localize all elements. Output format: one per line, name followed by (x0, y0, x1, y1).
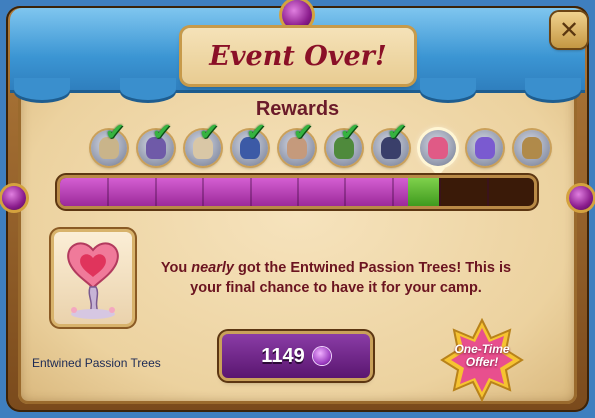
reward-icon[interactable]: ✔ (185, 118, 221, 166)
reward-icon[interactable]: ✔ (138, 118, 174, 166)
reward-icon[interactable]: ✔ (373, 118, 409, 166)
checkmark-icon: ✔ (387, 118, 408, 146)
reward-icon[interactable] (514, 130, 550, 166)
reward-art-icon (428, 137, 448, 159)
ornament-gem-right-icon (569, 186, 593, 210)
reward-icon[interactable] (420, 130, 456, 166)
checkmark-icon: ✔ (340, 118, 361, 146)
progress-divider (344, 178, 347, 206)
price-label: 1149 (261, 344, 305, 367)
offer-label[interactable]: One-Time Offer! (449, 343, 515, 369)
checkmark-icon: ✔ (293, 118, 314, 146)
item-name: Entwined Passion Trees (32, 356, 161, 370)
checkmark-icon: ✔ (199, 118, 220, 146)
item-portrait[interactable] (54, 232, 132, 324)
progress-fill (60, 178, 409, 206)
passion-tree-icon (67, 242, 119, 319)
buy-button[interactable]: 1149 (222, 334, 370, 378)
gem-icon (312, 347, 331, 365)
progress-divider (391, 178, 394, 206)
checkmark-icon: ✔ (105, 118, 126, 146)
title-plaque: Event Over! (182, 28, 414, 84)
progress-recent (408, 178, 440, 206)
progress-divider (439, 178, 442, 206)
progress-divider (202, 178, 205, 206)
reward-icon[interactable]: ✔ (232, 118, 268, 166)
reward-icon[interactable]: ✔ (326, 118, 362, 166)
event-message: You nearly got the Entwined Passion Tree… (160, 260, 512, 296)
close-button[interactable]: ✕ (551, 12, 587, 48)
reward-icon[interactable]: ✔ (91, 118, 127, 166)
reward-art-icon (522, 137, 542, 159)
progress-divider (297, 178, 299, 206)
ornament-gem-icon (282, 0, 312, 30)
close-icon: ✕ (558, 16, 580, 44)
checkmark-icon: ✔ (246, 118, 267, 146)
offer-line-2: Offer! (465, 355, 499, 369)
dialog-title: Event Over! (209, 40, 387, 72)
progress-divider (249, 178, 252, 206)
reward-icon[interactable]: ✔ (279, 118, 315, 166)
ornament-gem-left-icon (2, 186, 26, 210)
progress-divider (486, 178, 489, 206)
checkmark-icon: ✔ (152, 118, 173, 146)
reward-art-icon (475, 137, 495, 159)
progress-divider (107, 178, 110, 206)
reward-icon[interactable] (467, 130, 503, 166)
progress-divider (154, 178, 157, 206)
progress-bar (60, 178, 534, 206)
current-reward-pointer-icon (431, 168, 445, 177)
